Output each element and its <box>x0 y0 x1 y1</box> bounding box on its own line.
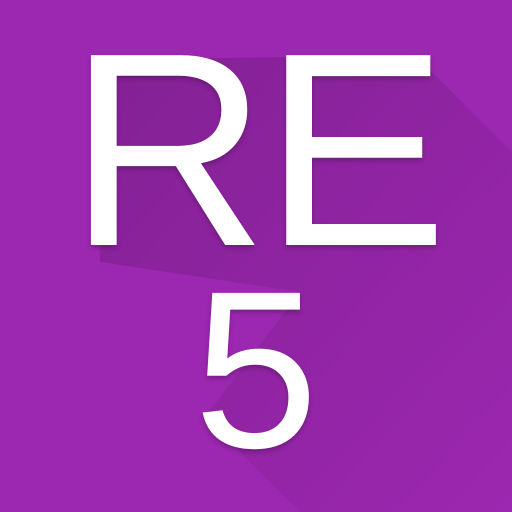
app-icon: RE 5 <box>0 0 512 512</box>
icon-number: 5 <box>193 245 319 495</box>
